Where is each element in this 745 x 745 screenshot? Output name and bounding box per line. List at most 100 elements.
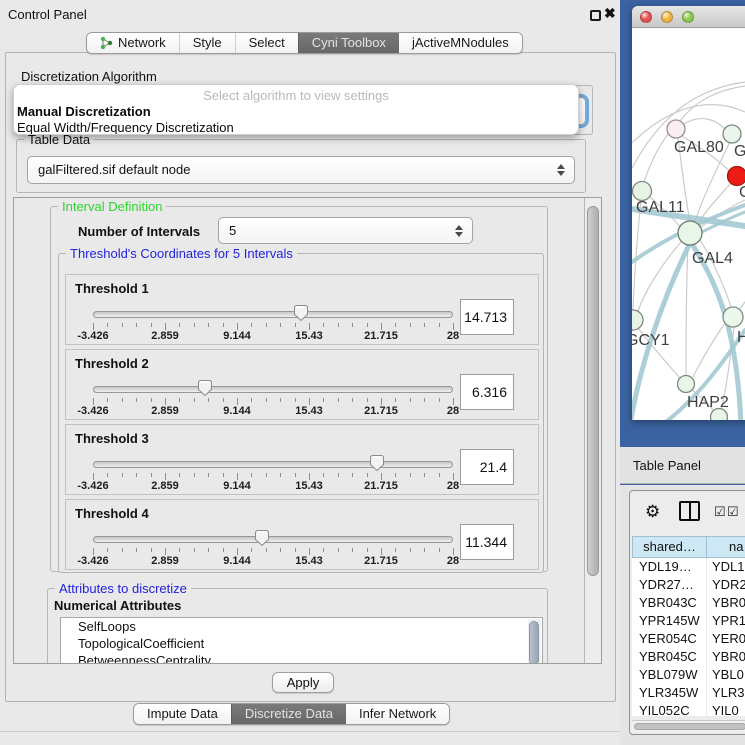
- cell-name: YBR0: [707, 594, 745, 612]
- network-edge[interactable]: [686, 245, 688, 375]
- slider-handle[interactable]: [369, 454, 385, 475]
- threshold-label: Threshold 3: [75, 431, 149, 446]
- table-row[interactable]: YER054CYER0: [632, 630, 745, 648]
- slider-ticks: [93, 323, 453, 330]
- minimize-light-icon[interactable]: [661, 11, 673, 23]
- table-data-combobox[interactable]: galFiltered.sif default node: [27, 156, 575, 184]
- dropdown-option[interactable]: Equal Width/Frequency Discretization: [17, 120, 234, 135]
- network-edge[interactable]: [680, 86, 745, 121]
- slider-ticks: [93, 398, 453, 405]
- threshold-value-field[interactable]: 14.713: [460, 299, 514, 335]
- network-window: GAL80GALCGAL11GAL4GCY1HHAP2: [632, 6, 745, 420]
- close-light-icon[interactable]: [640, 11, 652, 23]
- network-edge[interactable]: [644, 134, 668, 182]
- table-row[interactable]: YDL19…YDL1: [632, 558, 745, 576]
- checkbox-icon[interactable]: ☑: [714, 504, 726, 520]
- tab-style[interactable]: Style: [179, 33, 235, 53]
- table-body: YDL19…YDL1YDR27…YDR2YBR043CYBR0YPR145WYP…: [632, 558, 745, 716]
- apply-button[interactable]: Apply: [272, 672, 334, 693]
- network-node[interactable]: [678, 376, 695, 393]
- slider-handle[interactable]: [254, 529, 270, 550]
- column-header-name[interactable]: na: [707, 536, 745, 558]
- slider-handle[interactable]: [197, 379, 213, 400]
- table-row[interactable]: YLR345WYLR3: [632, 684, 745, 702]
- network-node[interactable]: [728, 167, 745, 186]
- num-intervals-spinner[interactable]: 5: [218, 217, 473, 244]
- table-row[interactable]: YDR27…YDR2: [632, 576, 745, 594]
- num-intervals-value: 5: [229, 223, 236, 238]
- table-row[interactable]: YPR145WYPR1: [632, 612, 745, 630]
- network-edge[interactable]: [684, 119, 726, 130]
- network-edge[interactable]: [693, 323, 725, 377]
- columns-icon[interactable]: [679, 501, 700, 521]
- network-node-label: GCY1: [632, 332, 670, 349]
- attribute-list-item[interactable]: TopologicalCoefficient: [61, 635, 542, 652]
- threshold-value-field[interactable]: 21.4: [460, 449, 514, 485]
- network-node[interactable]: [678, 221, 702, 245]
- tab-label: Network: [118, 33, 166, 53]
- tab-select[interactable]: Select: [235, 33, 298, 53]
- network-window-titlebar[interactable]: [632, 6, 745, 28]
- cell-name: YDL1: [707, 558, 745, 576]
- bottom-tab-bar: Impute DataDiscretize DataInfer Network: [133, 703, 450, 725]
- slider-track[interactable]: [93, 386, 453, 393]
- network-node-label: H: [737, 329, 745, 346]
- vertical-scrollbar-thumb[interactable]: [587, 206, 599, 576]
- gear-icon[interactable]: ⚙: [645, 502, 660, 522]
- float-window-icon[interactable]: [590, 10, 601, 21]
- slider-track[interactable]: [93, 536, 453, 543]
- column-header-shared-name[interactable]: shared…: [632, 536, 707, 558]
- attribute-list-item[interactable]: SelfLoops: [61, 618, 542, 635]
- threshold-value-field[interactable]: 6.316: [460, 374, 514, 410]
- network-node[interactable]: [633, 182, 652, 201]
- network-canvas[interactable]: GAL80GALCGAL11GAL4GCY1HHAP2: [632, 28, 745, 420]
- settings-scrollpane: Interval Definition Number of Intervals …: [13, 197, 602, 664]
- attributes-list-scrollbar[interactable]: [528, 619, 541, 664]
- tab-impute-data[interactable]: Impute Data: [134, 704, 231, 724]
- table-toolbar: ⚙ ☑ ☑: [630, 491, 745, 535]
- network-node[interactable]: [632, 310, 643, 330]
- tab-infer-network[interactable]: Infer Network: [346, 704, 449, 724]
- network-node[interactable]: [723, 125, 741, 143]
- table-row[interactable]: YBR043CYBR0: [632, 594, 745, 612]
- network-node[interactable]: [667, 120, 685, 138]
- zoom-light-icon[interactable]: [682, 11, 694, 23]
- table-row[interactable]: YBR045CYBR0: [632, 648, 745, 666]
- cell-shared-name: YBR043C: [632, 594, 707, 612]
- table-panel-titlebar: Table Panel: [620, 447, 745, 484]
- table-row[interactable]: YBL079WYBL0: [632, 666, 745, 684]
- network-node-label: C: [739, 184, 745, 201]
- dropdown-option[interactable]: Manual Discretization: [17, 104, 151, 119]
- tab-discretize-data[interactable]: Discretize Data: [231, 704, 346, 724]
- table-header-row: shared… na: [632, 536, 745, 558]
- checkbox-icon[interactable]: ☑: [727, 504, 739, 520]
- cell-shared-name: YER054C: [632, 630, 707, 648]
- tab-cyni-toolbox[interactable]: Cyni Toolbox: [298, 33, 399, 53]
- node-table-widget: ⚙ ☑ ☑ shared… na YDL19…YDL1YDR27…YDR2YBR…: [629, 490, 745, 735]
- divider: [0, 731, 620, 732]
- combo-arrows-icon: [557, 164, 565, 176]
- slider-track[interactable]: [93, 311, 453, 318]
- slider-handle[interactable]: [293, 304, 309, 325]
- top-tab-bar: Network StyleSelectCyni ToolboxjActiveMNo…: [86, 32, 523, 54]
- network-node-label: GAL: [734, 143, 745, 160]
- network-edge[interactable]: [740, 293, 745, 309]
- tab-network[interactable]: Network: [87, 33, 179, 53]
- attribute-list-item[interactable]: BetweennessCentrality: [61, 652, 542, 664]
- threshold-value-field[interactable]: 11.344: [460, 524, 514, 560]
- close-icon[interactable]: ✖: [604, 5, 616, 22]
- slider-tick-labels: -3.4262.8599.14415.4321.71528: [93, 480, 453, 492]
- threshold-label: Threshold 4: [75, 506, 149, 521]
- tab-jactivemnodules[interactable]: jActiveMNodules: [399, 33, 522, 53]
- horizontal-scrollbar[interactable]: [632, 720, 745, 732]
- thresholds-group-title: Threshold's Coordinates for 5 Intervals: [66, 246, 297, 261]
- interval-definition-title: Interval Definition: [58, 199, 166, 214]
- slider-track[interactable]: [93, 461, 453, 468]
- vertical-scrollbar[interactable]: [584, 198, 601, 663]
- cell-shared-name: YBR045C: [632, 648, 707, 666]
- slider-ticks: [93, 548, 453, 555]
- network-node[interactable]: [723, 307, 743, 327]
- table-row[interactable]: YIL052CYIL0: [632, 702, 745, 716]
- slider-tick-labels: -3.4262.8599.14415.4321.71528: [93, 555, 453, 567]
- cell-shared-name: YBL079W: [632, 666, 707, 684]
